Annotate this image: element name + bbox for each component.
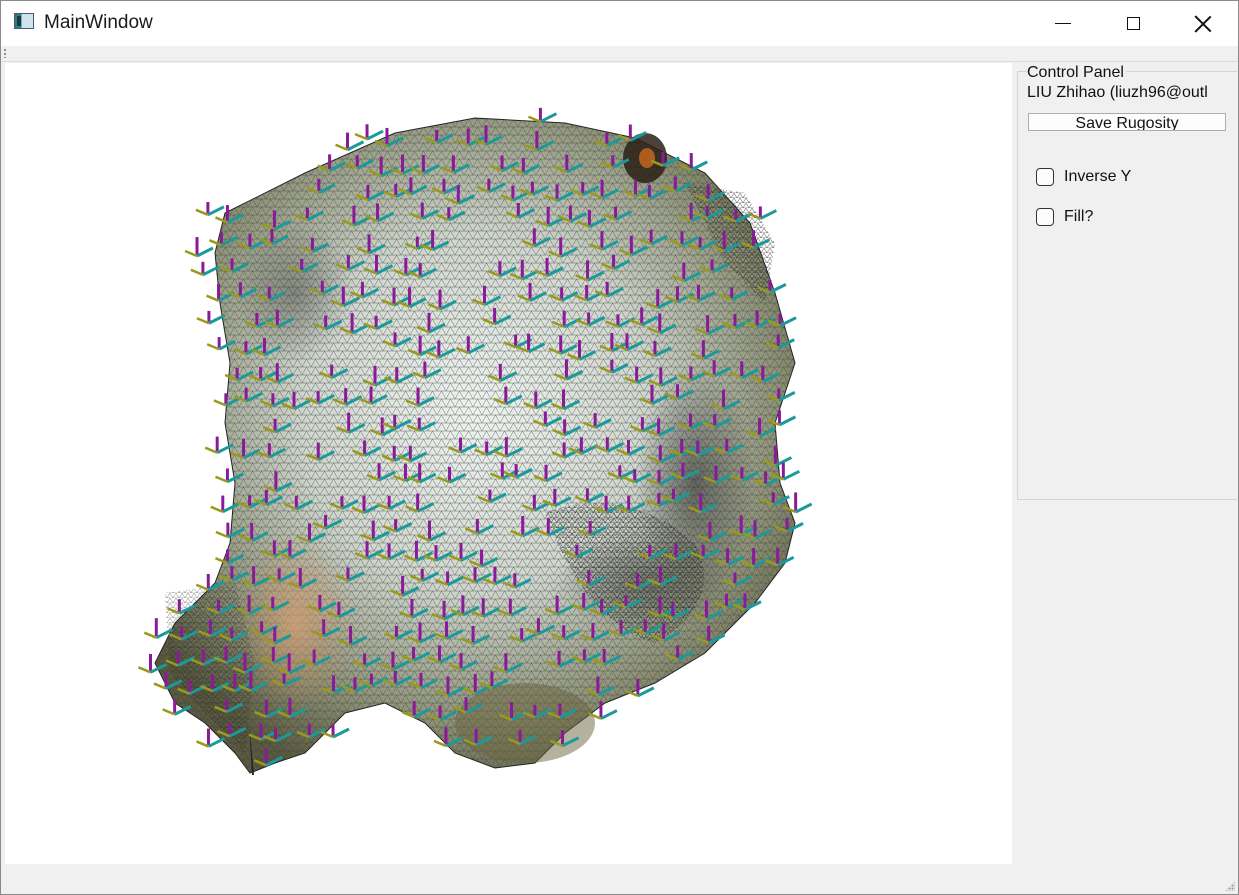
maximize-icon: [1126, 17, 1140, 30]
axis-marker-line: [190, 268, 204, 276]
axis-marker-line: [214, 475, 228, 483]
author-label: LIU Zhihao (liuzh96@outl: [1027, 84, 1208, 101]
axis-marker-line: [138, 666, 151, 674]
control-panel-title: Control Panel: [1027, 64, 1126, 82]
toolbar-area: [1, 46, 1238, 62]
3d-viewport[interactable]: [5, 63, 1012, 864]
axis-marker-line: [354, 132, 368, 141]
window-title: MainWindow: [44, 12, 153, 33]
axis-marker-line: [213, 399, 227, 407]
title-bar[interactable]: MainWindow: [1, 1, 1238, 46]
maximize-button[interactable]: [1098, 1, 1168, 46]
save-rugosity-button[interactable]: Save Rugosity: [1028, 113, 1226, 131]
main-window: MainWindow Control Panel LIU Zhihao (liu…: [0, 0, 1239, 895]
inverse-y-checkbox-row[interactable]: Inverse Y: [1036, 166, 1131, 188]
resize-grip-icon[interactable]: [1225, 881, 1235, 891]
axis-marker-line: [207, 737, 226, 748]
axis-marker-line: [335, 143, 348, 151]
axis-marker-line: [184, 249, 198, 258]
inverse-y-label: Inverse Y: [1064, 168, 1132, 185]
inverse-y-checkbox[interactable]: [1036, 168, 1054, 186]
fill-label: Fill?: [1064, 208, 1094, 225]
axis-marker-line: [778, 415, 797, 427]
axis-marker-line: [195, 740, 209, 748]
axis-marker-line: [782, 469, 801, 481]
fill-checkbox[interactable]: [1036, 208, 1054, 226]
control-panel-group: [1017, 71, 1237, 500]
axis-marker-line: [207, 205, 225, 217]
app-icon: [14, 13, 34, 29]
minimize-button[interactable]: [1028, 1, 1098, 46]
axis-marker-line: [196, 317, 210, 325]
toolbar-grip-icon[interactable]: [4, 49, 6, 58]
minimize-icon: [1055, 23, 1071, 24]
axis-marker-line: [366, 129, 384, 141]
axis-marker-line: [332, 727, 350, 739]
close-button[interactable]: [1168, 1, 1238, 46]
axis-marker-line: [539, 112, 558, 124]
axis-marker-line: [215, 530, 229, 539]
axis-marker-line: [195, 208, 209, 216]
mesh-render[interactable]: [5, 63, 1012, 864]
axis-marker-line: [204, 446, 218, 454]
axis-marker-line: [794, 502, 813, 514]
close-icon: [1194, 15, 1212, 33]
axis-marker-line: [143, 631, 157, 639]
axis-marker-line: [162, 708, 176, 716]
axis-marker-line: [153, 682, 167, 690]
axis-marker-line: [600, 709, 618, 720]
axis-marker-line: [206, 343, 220, 351]
fill-checkbox-row[interactable]: Fill?: [1036, 206, 1093, 228]
axis-marker-line: [210, 505, 224, 513]
axis-marker-line: [206, 294, 220, 302]
axis-marker-line: [690, 160, 708, 172]
axis-marker-line: [759, 209, 778, 220]
axis-marker-line: [196, 246, 214, 258]
